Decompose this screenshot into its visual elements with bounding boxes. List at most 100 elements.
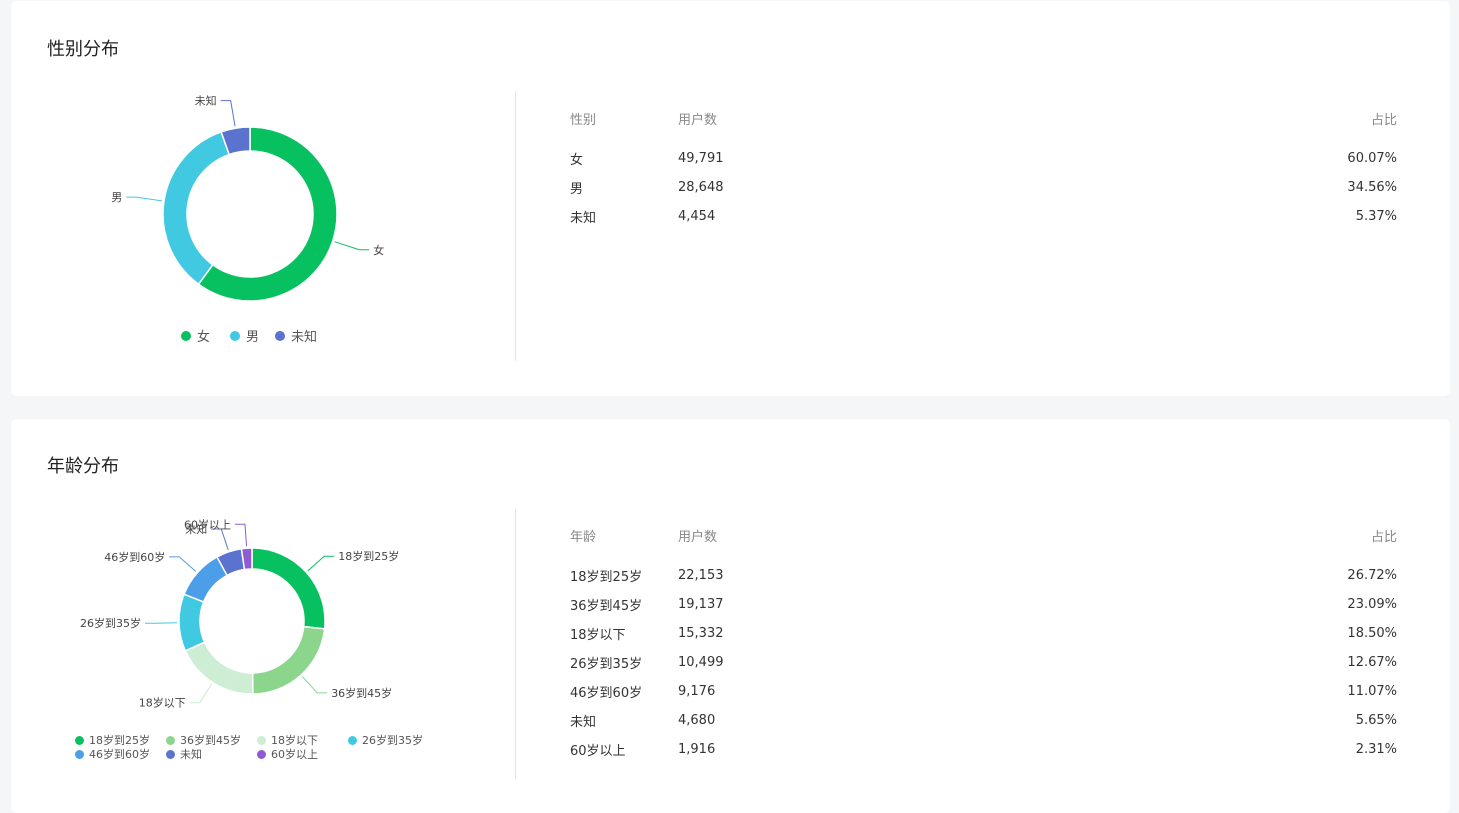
legend-label: 未知 <box>180 748 202 761</box>
table-row: 18岁以下 15,332 18.50% <box>570 619 1397 648</box>
slice-label: 女 <box>373 243 384 257</box>
row-label: 未知 <box>570 211 597 226</box>
row-count: 19,137 <box>678 597 724 612</box>
legend-dot-icon <box>75 749 84 759</box>
slice-label: 36岁到45岁 <box>331 686 392 700</box>
row-label: 26岁到35岁 <box>570 657 643 672</box>
legend-dot-icon <box>166 749 175 759</box>
table-row: 未知 4,680 5.65% <box>570 706 1397 735</box>
row-label: 18岁以下 <box>570 628 626 643</box>
legend-dot-icon <box>348 735 357 745</box>
legend-label: 女 <box>197 330 211 345</box>
donut-slice[interactable] <box>251 625 326 695</box>
header-users: 用户数 <box>678 529 718 545</box>
table-row: 未知 4,454 5.37% <box>570 202 1397 231</box>
legend-item[interactable]: 女 <box>181 326 210 345</box>
row-pct: 23.09% <box>1347 597 1397 612</box>
header-users: 用户数 <box>678 112 718 128</box>
row-count: 28,648 <box>678 180 724 195</box>
slice-label-line <box>220 100 236 127</box>
row-count: 10,499 <box>678 655 724 670</box>
header-ratio: 占比 <box>1370 112 1397 128</box>
legend-item[interactable]: 60岁以上 <box>257 746 318 762</box>
slice-label-line <box>234 523 248 547</box>
row-label: 未知 <box>570 715 597 730</box>
header-gender: 性别 <box>570 112 597 128</box>
slice-label-line <box>307 555 335 572</box>
row-count: 1,916 <box>678 742 716 757</box>
table-row: 60岁以上 1,916 2.31% <box>570 735 1397 764</box>
header-age: 年龄 <box>570 529 597 545</box>
slice-label: 18岁以下 <box>139 696 186 710</box>
donut-slice[interactable] <box>251 547 326 630</box>
row-label: 46岁到60岁 <box>570 686 643 701</box>
row-pct: 60.07% <box>1347 151 1397 166</box>
row-count: 15,332 <box>678 626 724 641</box>
table-header-row: 年龄 用户数 占比 <box>570 525 1397 561</box>
table-row: 男 28,648 34.56% <box>570 173 1397 202</box>
legend-item[interactable]: 男 <box>230 326 259 345</box>
age-card: 年龄分布 18岁到25岁 36岁到45岁 18岁以下 26岁到35岁 46岁到60岁 未知… <box>11 419 1450 813</box>
gender-card: 性别分布 女男未知 女男未知 性别 用户数 占比 女 49,791 60.07% 男 2… <box>11 1 1450 396</box>
legend-dot-icon <box>257 749 266 759</box>
row-count: 9,176 <box>678 684 716 699</box>
row-count: 4,680 <box>678 713 716 728</box>
legend-item[interactable]: 未知 <box>275 326 317 345</box>
slice-label: 18岁到25岁 <box>338 549 399 563</box>
gender-divider <box>515 91 516 361</box>
table-row: 26岁到35岁 10,499 12.67% <box>570 648 1397 677</box>
slice-label-line <box>169 556 197 572</box>
legend-item[interactable]: 46岁到60岁 <box>75 746 150 762</box>
row-pct: 5.37% <box>1355 209 1397 224</box>
legend-dot-icon <box>75 735 84 745</box>
gender-table: 性别 用户数 占比 女 49,791 60.07% 男 28,648 34.56% 未知 4,… <box>570 108 1397 231</box>
legend-label: 男 <box>246 330 260 345</box>
age-table: 年龄 用户数 占比 18岁到25岁 22,153 26.72% 36岁到45岁 19,1… <box>570 525 1397 764</box>
row-count: 49,791 <box>678 151 724 166</box>
legend-label: 未知 <box>291 330 318 345</box>
legend-item[interactable]: 26岁到35岁 <box>348 732 423 748</box>
row-pct: 5.65% <box>1355 713 1397 728</box>
table-row: 18岁到25岁 22,153 26.72% <box>570 561 1397 590</box>
row-pct: 26.72% <box>1347 568 1397 583</box>
row-count: 4,454 <box>678 209 716 224</box>
table-row: 女 49,791 60.07% <box>570 144 1397 173</box>
row-label: 18岁到25岁 <box>570 570 643 585</box>
legend-dot-icon <box>230 330 240 341</box>
header-ratio: 占比 <box>1370 529 1397 545</box>
legend-item[interactable]: 未知 <box>166 746 202 762</box>
row-label: 女 <box>570 153 584 168</box>
row-pct: 18.50% <box>1347 626 1397 641</box>
slice-label: 26岁到35岁 <box>80 616 141 630</box>
gender-donut-chart: 女 男 未知 <box>111 94 384 302</box>
slice-label-line <box>211 528 229 551</box>
donut-slice[interactable] <box>184 641 254 695</box>
row-count: 22,153 <box>678 568 724 583</box>
legend-label: 60岁以上 <box>271 748 318 761</box>
row-pct: 2.31% <box>1355 742 1397 757</box>
row-pct: 34.56% <box>1347 180 1397 195</box>
row-pct: 11.07% <box>1347 684 1397 699</box>
slice-label-line <box>302 676 328 694</box>
legend-label: 46岁到60岁 <box>89 748 150 761</box>
slice-label-line <box>334 241 370 251</box>
legend-label: 26岁到35岁 <box>362 734 423 747</box>
row-label: 男 <box>570 182 584 197</box>
slice-label-line <box>126 196 163 202</box>
slice-label: 未知 <box>195 94 217 108</box>
age-divider <box>515 509 516 779</box>
table-row: 36岁到45岁 19,137 23.09% <box>570 590 1397 619</box>
row-pct: 12.67% <box>1347 655 1397 670</box>
row-label: 36岁到45岁 <box>570 599 643 614</box>
slice-label-line <box>189 683 212 704</box>
row-label: 60岁以上 <box>570 744 626 759</box>
legend-dot-icon <box>257 735 266 745</box>
slice-label: 男 <box>111 191 122 204</box>
legend-dot-icon <box>275 330 285 341</box>
donut-slice[interactable] <box>178 593 206 652</box>
slice-label: 60岁以上 <box>184 517 231 531</box>
slice-label: 46岁到60岁 <box>104 550 165 564</box>
legend-dot-icon <box>181 330 191 341</box>
table-row: 46岁到60岁 9,176 11.07% <box>570 677 1397 706</box>
donut-slice[interactable] <box>162 130 231 286</box>
